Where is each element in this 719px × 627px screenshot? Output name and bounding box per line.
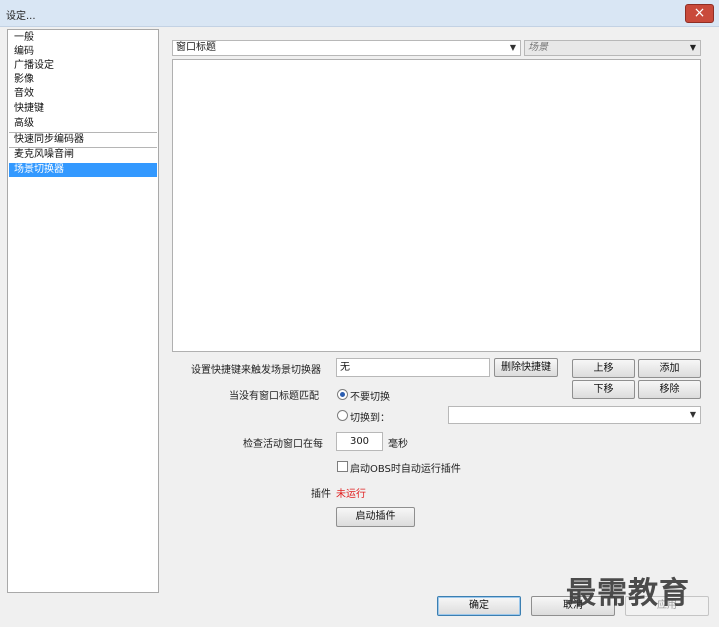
move-down-button[interactable]: 下移 (572, 380, 635, 399)
delete-hotkey-button[interactable]: 删除快捷键 (494, 358, 558, 377)
hotkey-input[interactable]: 无 (336, 358, 490, 377)
autostart-label: 启动OBS时自动运行插件 (350, 464, 461, 475)
plugin-label: 插件 (311, 489, 331, 500)
hotkey-label: 设置快捷键来触发场景切换器 (191, 365, 321, 376)
start-plugin-button[interactable]: 启动插件 (336, 507, 415, 527)
sidebar-item-general[interactable]: 一般 (9, 31, 157, 45)
chevron-down-icon: ▼ (509, 43, 516, 52)
sidebar-item-hotkeys[interactable]: 快捷键 (9, 102, 157, 116)
window-title-combo[interactable]: 窗口标题 ▼ (172, 40, 521, 56)
radio-switch-to[interactable] (337, 410, 348, 421)
title-bar: 设定... × (0, 0, 719, 27)
sidebar-item-advanced[interactable]: 高级 (9, 117, 157, 131)
radio-selected-dot (340, 392, 345, 397)
scene-combo[interactable]: 场景 ▼ (524, 40, 701, 56)
window-title-combo-value: 窗口标题 (176, 42, 216, 53)
switch-to-scene-combo[interactable]: ▼ (448, 406, 701, 424)
sidebar-item-noise-gate[interactable]: 麦克风噪音闸 (9, 148, 157, 162)
close-icon[interactable]: × (685, 4, 714, 23)
sidebar-item-audio[interactable]: 音效 (9, 87, 157, 101)
move-up-button[interactable]: 上移 (572, 359, 635, 378)
radio-no-switch[interactable] (337, 389, 348, 400)
window-scene-list[interactable] (172, 59, 701, 352)
check-interval-input[interactable]: 300 (336, 432, 383, 451)
add-button[interactable]: 添加 (638, 359, 701, 378)
settings-sidebar: 一般 编码 广播设定 影像 音效 快捷键 高级 快速同步编码器 麦克风噪音闸 场… (7, 29, 159, 593)
sidebar-item-encoding[interactable]: 编码 (9, 45, 157, 59)
sidebar-item-scene-switcher[interactable]: 场景切换器 (9, 163, 157, 177)
chevron-down-icon: ▼ (689, 43, 696, 52)
sidebar-item-quicksync[interactable]: 快速同步编码器 (9, 133, 157, 147)
radio-switch-to-label: 切换到： (350, 413, 390, 424)
check-interval-label: 检查活动窗口在每 (243, 439, 323, 450)
plugin-status: 未运行 (336, 489, 366, 500)
sidebar-item-video[interactable]: 影像 (9, 73, 157, 87)
remove-button[interactable]: 移除 (638, 380, 701, 399)
sidebar-item-broadcast[interactable]: 广播设定 (9, 59, 157, 73)
watermark-logo: 最需教育 (566, 576, 690, 611)
scene-combo-value: 场景 (528, 42, 548, 53)
ok-button[interactable]: 确定 (437, 596, 521, 616)
autostart-checkbox[interactable] (337, 461, 348, 472)
no-match-label: 当没有窗口标题匹配 (229, 391, 319, 402)
check-interval-unit: 毫秒 (388, 439, 408, 450)
chevron-down-icon: ▼ (689, 410, 696, 419)
window-title: 设定... (6, 11, 36, 22)
radio-no-switch-label: 不要切换 (350, 392, 390, 403)
